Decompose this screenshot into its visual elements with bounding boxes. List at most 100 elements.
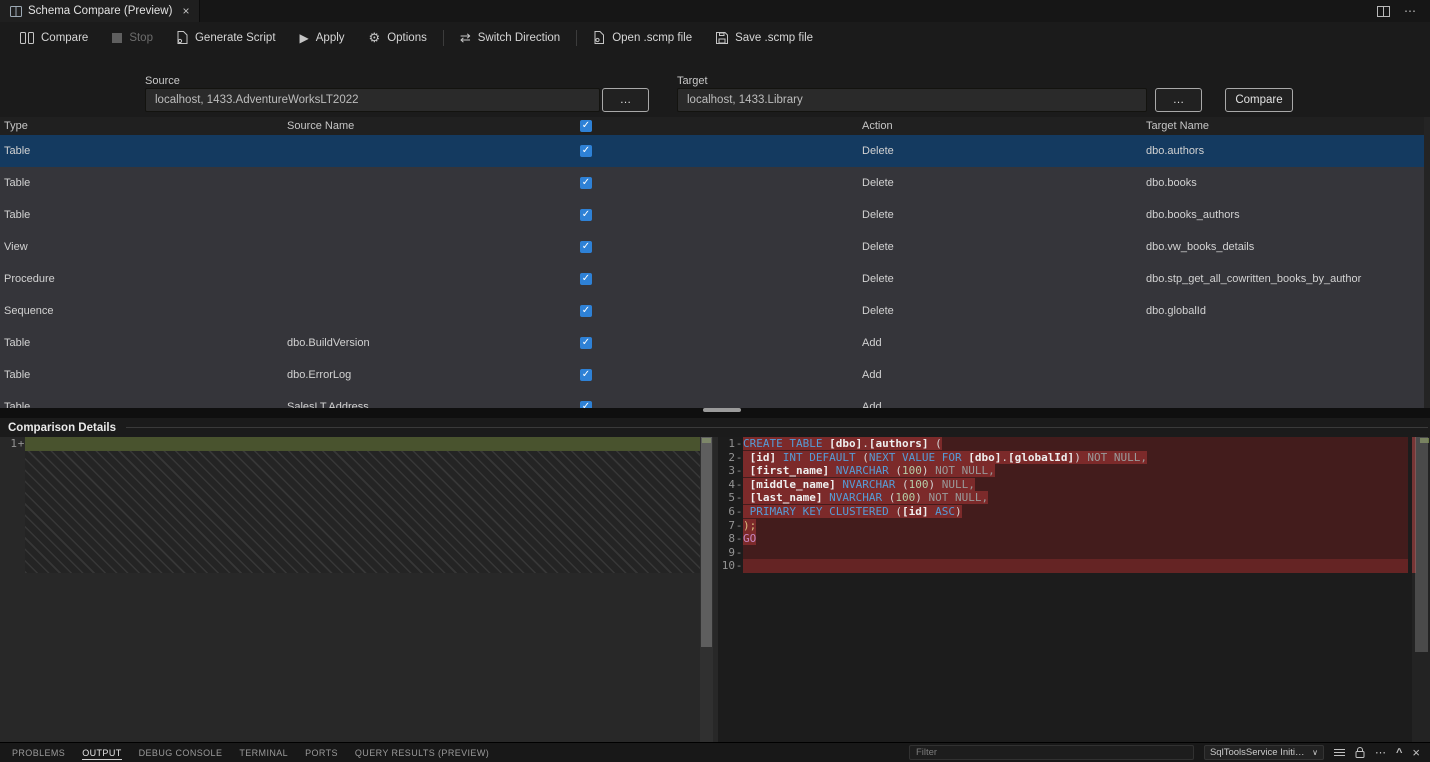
row-type: Table — [0, 369, 287, 381]
target-browse-button[interactable]: … — [1155, 88, 1202, 112]
removed-line-body — [743, 559, 1408, 573]
include-checkbox[interactable]: ✓ — [580, 337, 592, 349]
code-text: PRIMARY KEY CLUSTERED ([id] ASC) — [743, 505, 962, 518]
lock-scroll-icon[interactable] — [1355, 747, 1365, 758]
table-row[interactable]: Procedure✓Deletedbo.stp_get_all_cowritte… — [0, 263, 1424, 295]
toolbar-compare-button[interactable]: Compare — [8, 22, 100, 53]
row-type: Table — [0, 401, 287, 408]
include-checkbox[interactable]: ✓ — [580, 177, 592, 189]
apply-icon: ▶ — [300, 31, 309, 45]
diff-removed-line: 5- [last_name] NVARCHAR (100) NOT NULL, — [718, 491, 1430, 505]
row-type: View — [0, 241, 287, 253]
target-input[interactable] — [677, 88, 1147, 112]
include-checkbox[interactable]: ✓ — [580, 401, 592, 408]
diff-removed-line: 6- PRIMARY KEY CLUSTERED ([id] ASC) — [718, 505, 1430, 519]
source-input[interactable] — [145, 88, 600, 112]
code-text: [first_name] NVARCHAR (100) NOT NULL, — [743, 464, 995, 477]
select-all-checkbox[interactable]: ✓ — [580, 120, 592, 132]
target-pane-scrollbar[interactable] — [1412, 437, 1430, 742]
diff-removed-line: 2- [id] INT DEFAULT (NEXT VALUE FOR [dbo… — [718, 451, 1430, 465]
compare-icon — [20, 32, 34, 44]
include-checkbox[interactable]: ✓ — [580, 305, 592, 317]
row-action: Delete — [862, 209, 1146, 221]
generate-script-icon — [177, 31, 188, 44]
table-row[interactable]: Tabledbo.BuildVersion✓Add — [0, 327, 1424, 359]
toolbar-item-label: Open .scmp file — [612, 32, 692, 44]
line-number: 8 — [718, 532, 735, 546]
diff-remove-marker: - — [735, 505, 743, 519]
source-pane-scrollbar[interactable] — [700, 437, 713, 742]
toolbar-generate-script-button[interactable]: Generate Script — [165, 22, 288, 53]
source-browse-button[interactable]: … — [602, 88, 649, 112]
row-checkbox-cell: ✓ — [572, 401, 600, 408]
include-checkbox[interactable]: ✓ — [580, 145, 592, 157]
include-checkbox[interactable]: ✓ — [580, 209, 592, 221]
more-actions-icon[interactable]: ⋯ — [1404, 4, 1416, 18]
diff-removed-line: 10- — [718, 559, 1430, 573]
table-row[interactable]: View✓Deletedbo.vw_books_details — [0, 231, 1424, 263]
tab-close-icon[interactable]: × — [182, 4, 189, 18]
output-filter-input[interactable] — [909, 745, 1194, 760]
diff-removed-line: 3- [first_name] NVARCHAR (100) NOT NULL, — [718, 464, 1430, 478]
include-checkbox[interactable]: ✓ — [580, 369, 592, 381]
panel-tab-problems[interactable]: PROBLEMS — [12, 743, 65, 762]
row-checkbox-cell: ✓ — [572, 337, 600, 349]
compare-button[interactable]: Compare — [1225, 88, 1293, 112]
table-row[interactable]: Table✓Deletedbo.books_authors — [0, 199, 1424, 231]
diff-removed-line: 1-CREATE TABLE [dbo].[authors] ( — [718, 437, 1430, 451]
details-rule — [126, 427, 1428, 428]
row-target-name: dbo.authors — [1146, 145, 1424, 157]
removed-line-body — [743, 546, 1408, 560]
row-source-name: dbo.BuildVersion — [287, 337, 572, 349]
code-text: [middle_name] NVARCHAR (100) NULL, — [743, 478, 975, 491]
table-row[interactable]: TableSalesLT.Address ✓ Add — [0, 391, 1424, 408]
table-row[interactable]: Tabledbo.ErrorLog✓Add — [0, 359, 1424, 391]
details-resize-sash[interactable] — [0, 408, 1430, 418]
panel-tab-terminal[interactable]: TERMINAL — [239, 743, 288, 762]
panel-tab-ports[interactable]: PORTS — [305, 743, 338, 762]
toolbar-stop-button[interactable]: Stop — [100, 22, 165, 53]
column-header-target-name: Target Name — [1146, 120, 1424, 132]
grid-vertical-scrollbar[interactable] — [1424, 117, 1430, 408]
line-number: 9 — [718, 546, 735, 560]
toolbar-open-scmp-button[interactable]: Open .scmp file — [581, 22, 704, 53]
row-action: Delete — [862, 145, 1146, 157]
table-row[interactable]: Table✓Deletedbo.authors — [0, 135, 1424, 167]
clear-output-icon[interactable] — [1334, 747, 1345, 758]
toolbar-save-scmp-button[interactable]: Save .scmp file — [704, 22, 825, 53]
row-target-name: dbo.books — [1146, 177, 1424, 189]
panel-tab-query-results-preview-[interactable]: QUERY RESULTS (PREVIEW) — [355, 743, 489, 762]
close-panel-icon[interactable]: × — [1412, 745, 1420, 760]
row-source-name: SalesLT.Address — [287, 401, 572, 408]
tab-schema-compare[interactable]: Schema Compare (Preview) × — [0, 0, 200, 22]
grid-header-row: Type Source Name ✓ Action Target Name — [0, 117, 1424, 135]
panel-tab-output[interactable]: OUTPUT — [82, 743, 121, 762]
panel-tab-debug-console[interactable]: DEBUG CONSOLE — [139, 743, 223, 762]
toolbar-switch-direction-button[interactable]: ⇄Switch Direction — [448, 22, 572, 53]
table-row[interactable]: Sequence✓Deletedbo.globalId — [0, 295, 1424, 327]
row-target-name: dbo.stp_get_all_cowritten_books_by_autho… — [1146, 273, 1424, 285]
toolbar-apply-button[interactable]: ▶Apply — [288, 22, 357, 53]
split-editor-icon[interactable] — [1377, 6, 1390, 17]
include-checkbox[interactable]: ✓ — [580, 241, 592, 253]
grid-horizontal-scrollbar[interactable] — [703, 408, 741, 412]
row-target-name: dbo.books_authors — [1146, 209, 1424, 221]
panel-more-icon[interactable]: ⋯ — [1375, 746, 1386, 759]
toolbar-item-label: Compare — [41, 32, 88, 44]
row-action: Add — [862, 369, 1146, 381]
source-scrollbar-thumb[interactable] — [701, 437, 712, 647]
include-checkbox[interactable]: ✓ — [580, 273, 592, 285]
toolbar-options-button[interactable]: ⚙Options — [357, 22, 439, 53]
diff-remove-marker: - — [735, 532, 743, 546]
diff-added-line: 1+ — [0, 437, 718, 451]
maximize-panel-icon[interactable]: ^ — [1396, 747, 1402, 759]
output-channel-select[interactable]: SqlToolsService Initializ ∨ — [1204, 745, 1324, 760]
row-checkbox-cell: ✓ — [572, 369, 600, 381]
target-scrollbar-thumb[interactable] — [1415, 437, 1428, 652]
row-action: Add — [862, 401, 1146, 408]
table-row[interactable]: Table✓Deletedbo.books — [0, 167, 1424, 199]
target-label: Target — [677, 75, 708, 87]
row-action: Delete — [862, 273, 1146, 285]
row-checkbox-cell: ✓ — [572, 273, 600, 285]
diff-removed-line: 4- [middle_name] NVARCHAR (100) NULL, — [718, 478, 1430, 492]
